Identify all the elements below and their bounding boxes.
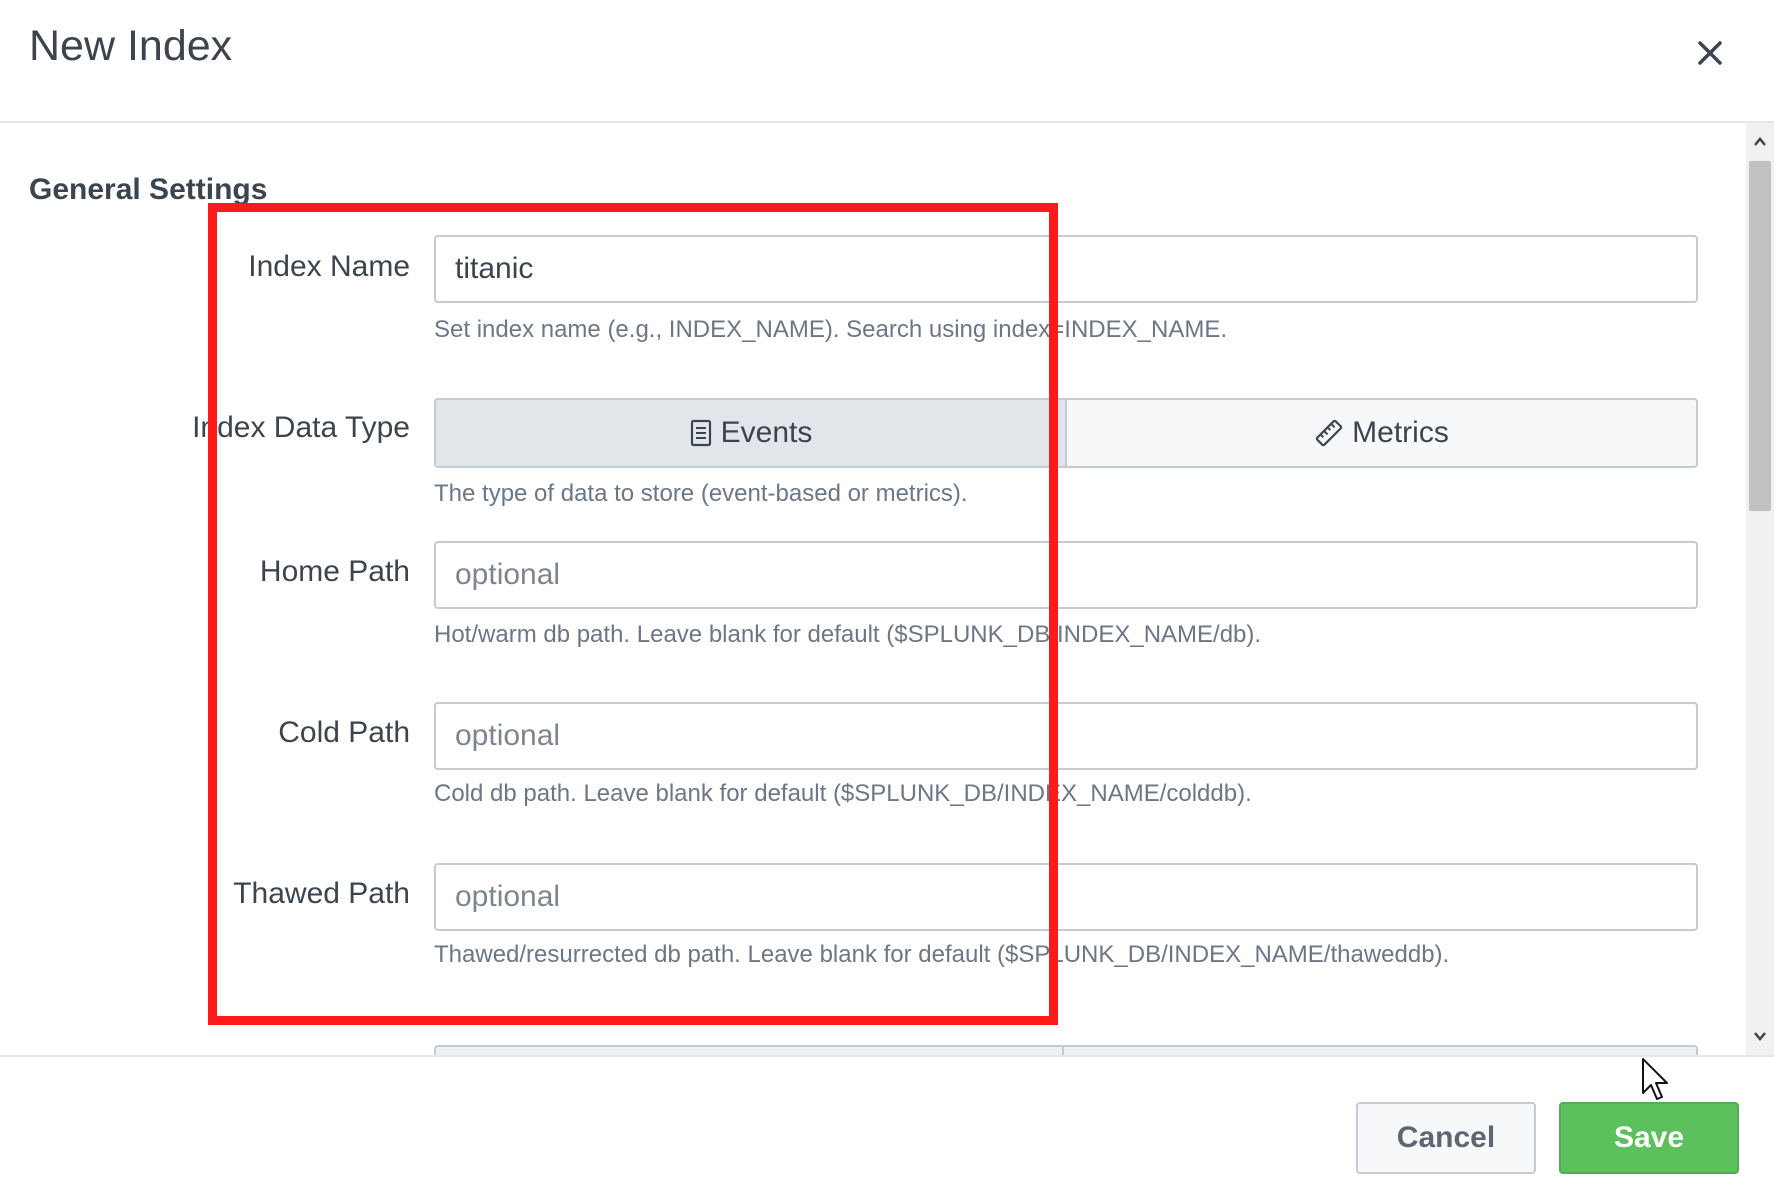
index-data-type-label: Index Data Type — [192, 411, 410, 444]
scroll-down-icon[interactable] — [1753, 1029, 1767, 1043]
events-option-label: Events — [720, 416, 813, 449]
section-title: General Settings — [29, 173, 268, 206]
cold-path-input[interactable] — [434, 702, 1698, 770]
index-name-help: Set index name (e.g., INDEX_NAME). Searc… — [434, 316, 1228, 343]
metrics-option-label: Metrics — [1352, 416, 1449, 449]
scroll-thumb[interactable] — [1749, 161, 1771, 511]
home-path-help: Hot/warm db path. Leave blank for defaul… — [434, 621, 1262, 648]
scrollbar[interactable] — [1746, 123, 1774, 1055]
thawed-path-help: Thawed/resurrected db path. Leave blank … — [434, 941, 1450, 968]
ruler-icon — [1315, 419, 1343, 447]
cold-path-help: Cold db path. Leave blank for default ($… — [434, 780, 1252, 807]
dialog-body: General Settings Index Name Set index na… — [0, 123, 1746, 1055]
scroll-up-icon[interactable] — [1753, 135, 1767, 149]
index-data-type-help: The type of data to store (event-based o… — [434, 480, 968, 507]
index-data-type-toggle: Events Metrics — [434, 398, 1698, 468]
home-path-label: Home Path — [259, 555, 410, 588]
thawed-path-input[interactable] — [434, 863, 1698, 931]
events-option[interactable]: Events — [436, 400, 1065, 466]
cold-path-label: Cold Path — [278, 716, 410, 749]
thawed-path-label: Thawed Path — [233, 877, 410, 910]
save-button[interactable]: Save — [1559, 1102, 1739, 1174]
home-path-input[interactable] — [434, 541, 1698, 609]
document-icon — [690, 419, 711, 447]
index-name-input[interactable] — [434, 235, 1698, 303]
dialog-title: New Index — [29, 22, 233, 70]
cancel-button[interactable]: Cancel — [1356, 1102, 1536, 1174]
index-name-label: Index Name — [248, 250, 410, 283]
next-field-partial[interactable] — [434, 1045, 1698, 1055]
close-icon[interactable] — [1690, 33, 1730, 73]
dialog-footer: Cancel Save — [0, 1055, 1774, 1182]
dialog-header: New Index — [0, 0, 1774, 123]
metrics-option[interactable]: Metrics — [1065, 400, 1696, 466]
